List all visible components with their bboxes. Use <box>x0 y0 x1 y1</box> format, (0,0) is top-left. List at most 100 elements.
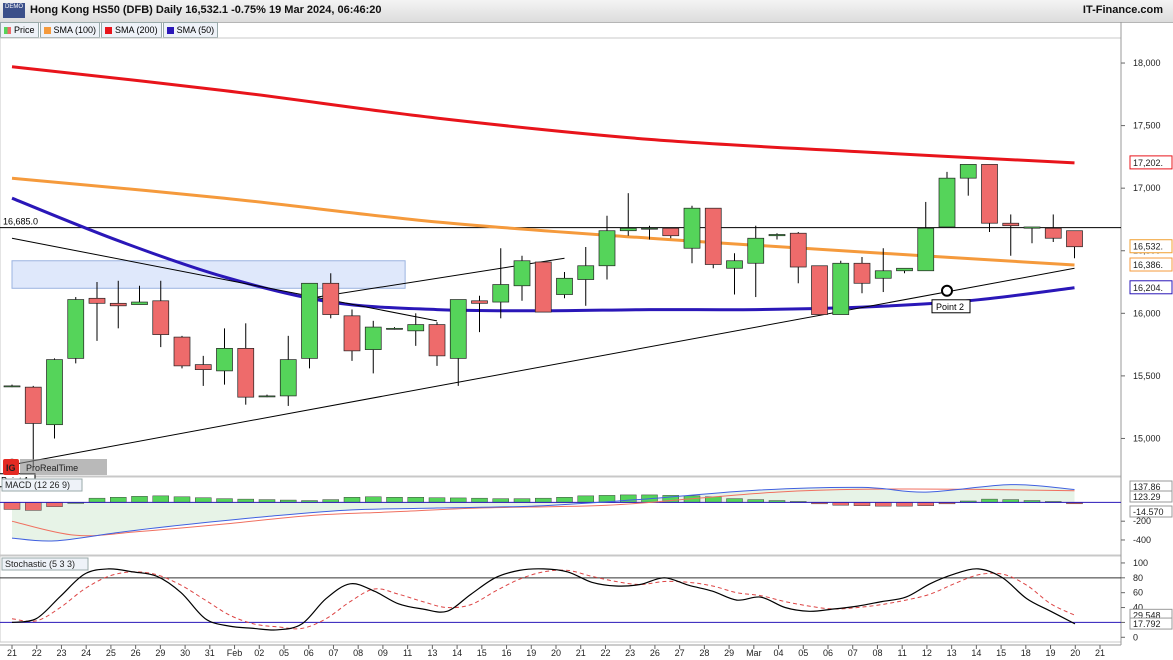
candle <box>747 237 765 264</box>
x-tick-label: 18 <box>1021 648 1031 658</box>
candle <box>959 164 977 179</box>
candle <box>322 282 340 315</box>
watermark-text: ProRealTime <box>26 463 78 473</box>
candle <box>598 230 616 267</box>
candle <box>726 260 743 269</box>
x-tick-label: 22 <box>600 648 610 658</box>
price-axis-tag-label: 17,202. <box>1133 158 1163 168</box>
macd-histogram-bar <box>386 497 403 503</box>
macd-histogram-bar <box>216 498 233 503</box>
x-tick-label: 15 <box>477 648 487 658</box>
macd-histogram-bar <box>46 502 63 507</box>
price-axis-tag-label: 16,386. <box>1133 260 1163 270</box>
macd-title: MACD (12 26 9) <box>5 480 70 490</box>
x-tick-label: 29 <box>724 648 734 658</box>
candle <box>407 324 425 332</box>
horizontal-level-label: 16,685.0 <box>3 217 38 227</box>
macd-histogram-bar <box>577 495 594 503</box>
macd-histogram-bar <box>620 494 637 503</box>
candle <box>619 227 637 232</box>
macd-histogram-bar <box>365 496 382 503</box>
candle <box>641 227 658 230</box>
candle <box>492 284 510 303</box>
candle <box>364 326 382 350</box>
candle <box>152 300 170 335</box>
macd-histogram-bar <box>513 498 531 503</box>
candle <box>896 267 913 272</box>
price-axis-tag-label: 16,204. <box>1133 283 1163 293</box>
candle <box>513 260 531 287</box>
x-tick-label: 30 <box>180 648 190 658</box>
macd-ytick-label: -200 <box>1133 516 1151 526</box>
x-tick-label: 13 <box>947 648 957 658</box>
candle <box>24 386 42 424</box>
x-tick-label: 19 <box>526 648 536 658</box>
candle <box>386 327 403 330</box>
candle <box>1002 222 1020 227</box>
candle <box>789 232 807 268</box>
macd-histogram-bar <box>25 502 42 511</box>
x-tick-label: 13 <box>427 648 437 658</box>
x-tick-label: 12 <box>922 648 932 658</box>
stochastic-value-label: 17.792 <box>1133 619 1161 629</box>
candle <box>534 261 552 313</box>
candle <box>1066 230 1083 248</box>
x-tick-label: 23 <box>56 648 66 658</box>
candle <box>874 270 892 279</box>
candle <box>88 297 106 304</box>
x-tick-label: 25 <box>106 648 116 658</box>
candle <box>216 348 233 372</box>
x-tick-label: 24 <box>81 648 91 658</box>
candle <box>109 302 127 307</box>
macd-histogram-bar <box>535 497 552 503</box>
price-ytick-label: 17,500 <box>1133 121 1161 131</box>
x-tick-label: 26 <box>650 648 660 658</box>
x-tick-label: 11 <box>403 648 412 658</box>
stochastic-ytick-label: 100 <box>1133 558 1148 568</box>
candle <box>683 207 701 249</box>
candle <box>917 227 935 272</box>
macd-histogram-bar <box>110 497 127 503</box>
x-tick-label: 16 <box>502 648 512 658</box>
chart-canvas[interactable]: 18,00017,50017,00016,50016,00015,50015,0… <box>0 0 1173 660</box>
macd-histogram-bar <box>152 495 169 503</box>
price-ytick-label: 18,000 <box>1133 58 1161 68</box>
macd-histogram-bar <box>471 497 488 503</box>
price-ytick-label: 16,000 <box>1133 308 1161 318</box>
candle <box>46 359 63 426</box>
candle <box>67 299 85 359</box>
x-tick-label: 22 <box>32 648 42 658</box>
x-tick-label: 20 <box>551 648 561 658</box>
highlight-zone <box>11 260 406 289</box>
x-tick-label: 02 <box>254 648 264 658</box>
candle <box>938 177 956 228</box>
stochastic-panel <box>0 555 1122 643</box>
price-ytick-label: 15,500 <box>1133 371 1161 381</box>
macd-histogram-bar <box>407 497 424 503</box>
x-tick-label: 27 <box>675 648 685 658</box>
x-tick-label: 06 <box>304 648 314 658</box>
x-tick-label: 31 <box>205 648 215 658</box>
x-tick-label: 21 <box>576 648 586 658</box>
candle <box>301 282 318 359</box>
x-tick-label: 04 <box>774 648 784 658</box>
macd-histogram-bar <box>195 497 212 503</box>
candle <box>1044 227 1062 239</box>
macd-histogram-bar <box>875 502 892 507</box>
x-tick-label: 07 <box>328 648 338 658</box>
macd-histogram-bar <box>556 497 573 503</box>
x-tick-label: 20 <box>1070 648 1080 658</box>
macd-histogram-bar <box>492 498 509 503</box>
macd-histogram-bar <box>3 502 21 510</box>
macd-histogram-bar <box>88 497 106 503</box>
candle <box>237 348 255 398</box>
candle <box>471 300 488 304</box>
x-tick-label: 08 <box>353 648 363 658</box>
candle <box>577 265 595 280</box>
price-ytick-label: 15,000 <box>1133 433 1161 443</box>
candle <box>131 301 148 305</box>
x-tick-label: 14 <box>452 648 462 658</box>
candle <box>704 207 722 265</box>
x-tick-label: 09 <box>378 648 388 658</box>
macd-histogram-bar <box>131 496 148 503</box>
